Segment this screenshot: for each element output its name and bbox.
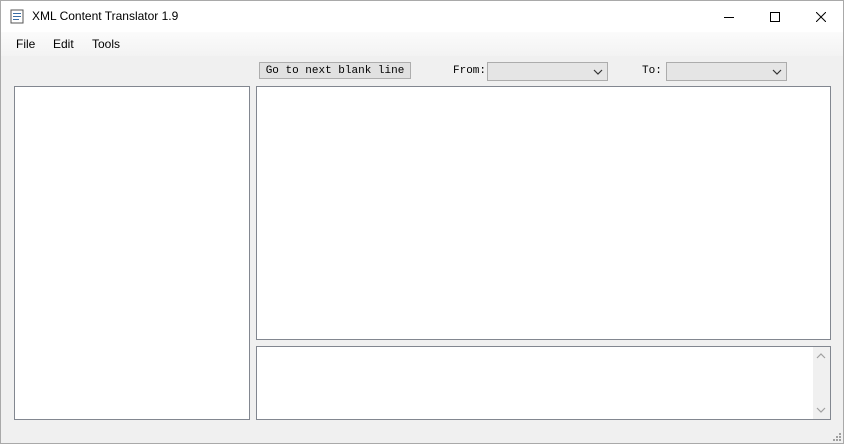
close-button[interactable] [798,1,844,32]
menu-file[interactable]: File [16,37,35,51]
from-label: From: [453,65,487,77]
close-icon [816,11,826,22]
tree-view-panel[interactable] [14,86,250,420]
scroll-down-icon[interactable] [816,406,826,414]
minimize-button[interactable] [706,1,752,32]
menu-tools[interactable]: Tools [92,37,120,51]
window-title: XML Content Translator 1.9 [32,9,179,23]
go-to-next-blank-line-button[interactable]: Go to next blank line [259,62,411,79]
app-icon [10,9,24,24]
app-window: XML Content Translator 1.9 File Edit Too… [0,0,844,444]
maximize-button[interactable] [752,1,798,32]
to-language-select[interactable] [666,62,787,81]
translation-text-area[interactable] [256,346,831,420]
source-text-area[interactable] [256,86,831,340]
resize-grip-icon[interactable] [831,431,841,441]
to-label: To: [642,65,662,77]
minimize-icon [724,16,734,18]
scroll-up-icon[interactable] [816,352,826,360]
menu-bar: File Edit Tools [1,32,843,56]
chevron-down-icon [772,69,782,75]
maximize-icon [770,11,780,22]
menu-edit[interactable]: Edit [53,37,74,51]
chevron-down-icon [593,69,603,75]
from-language-select[interactable] [487,62,608,81]
title-bar[interactable]: XML Content Translator 1.9 [1,1,843,32]
vertical-scrollbar[interactable] [813,347,830,419]
